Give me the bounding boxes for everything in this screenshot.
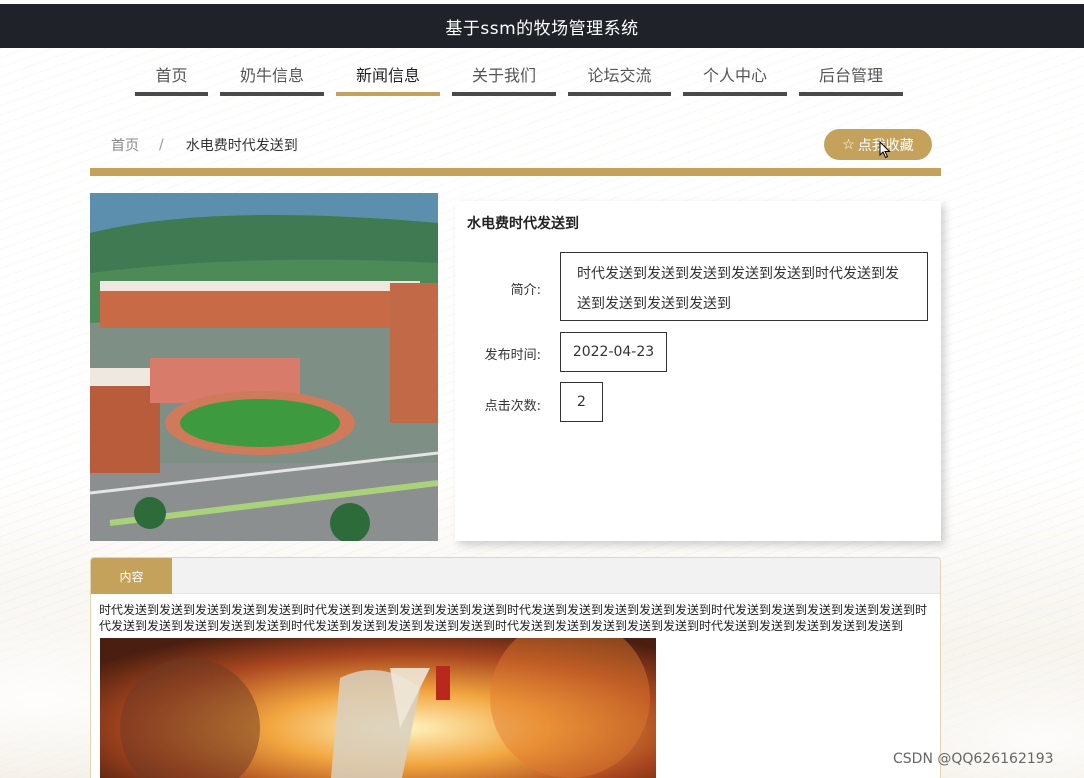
nav-underline bbox=[135, 92, 208, 96]
nav-item-news[interactable]: 新闻信息 bbox=[336, 52, 440, 96]
intro-value: 时代发送到发送到发送到发送到发送到时代发送到发送到发送到发送到发送到 bbox=[560, 252, 928, 321]
nav-item-home[interactable]: 首页 bbox=[135, 52, 208, 96]
nav-underline bbox=[336, 92, 440, 96]
news-cover-image bbox=[90, 193, 438, 541]
tab-content[interactable]: 内容 bbox=[91, 558, 172, 594]
content-panel: 内容 时代发送到发送到发送到发送到发送到时代发送到发送到发送到发送到发送到时代发… bbox=[90, 557, 941, 778]
nav-item-label: 关于我们 bbox=[471, 66, 536, 85]
mouse-cursor-icon bbox=[879, 141, 891, 159]
favorite-button[interactable]: ☆ 点我收藏 bbox=[824, 129, 932, 160]
nav-item-label: 新闻信息 bbox=[355, 66, 420, 85]
click-count-value: 2 bbox=[560, 382, 603, 422]
breadcrumb: 首页 / 水电费时代发送到 bbox=[111, 135, 298, 155]
breadcrumb-separator: / bbox=[159, 137, 164, 153]
news-title: 水电费时代发送到 bbox=[467, 216, 579, 232]
top-header-bar: 基于ssm的牧场管理系统 bbox=[0, 0, 1084, 48]
intro-label: 简介: bbox=[510, 283, 541, 298]
nav-item-label: 论坛交流 bbox=[587, 66, 652, 85]
content-image bbox=[100, 638, 656, 778]
breadcrumb-home-link[interactable]: 首页 bbox=[111, 135, 139, 155]
content-body-text: 时代发送到发送到发送到发送到发送到时代发送到发送到发送到发送到发送到时代发送到发… bbox=[99, 603, 928, 633]
nav-underline bbox=[220, 92, 324, 96]
nav-item-label: 后台管理 bbox=[818, 66, 883, 85]
nav-item-label: 首页 bbox=[155, 66, 188, 85]
publish-date-label: 发布时间: bbox=[484, 348, 541, 363]
news-detail-card: 水电费时代发送到 简介: 时代发送到发送到发送到发送到发送到时代发送到发送到发送… bbox=[455, 201, 941, 541]
nav-item-about[interactable]: 关于我们 bbox=[452, 52, 556, 96]
click-count-label: 点击次数: bbox=[484, 399, 541, 414]
publish-date-value: 2022-04-23 bbox=[560, 332, 667, 372]
nav-item-cow-info[interactable]: 奶牛信息 bbox=[220, 52, 324, 96]
nav-underline bbox=[683, 92, 787, 96]
gold-divider bbox=[90, 168, 941, 176]
nav-item-profile[interactable]: 个人中心 bbox=[683, 52, 787, 96]
nav-underline bbox=[799, 92, 903, 96]
nav-item-admin[interactable]: 后台管理 bbox=[799, 52, 903, 96]
nav-item-label: 个人中心 bbox=[702, 66, 767, 85]
main-nav: 首页 奶牛信息 新闻信息 关于我们 论坛交流 个人中心 后台管理 bbox=[135, 52, 915, 98]
nav-item-forum[interactable]: 论坛交流 bbox=[568, 52, 671, 96]
star-outline-icon: ☆ bbox=[842, 136, 855, 152]
content-tab-bar: 内容 bbox=[91, 558, 940, 594]
nav-underline bbox=[568, 92, 671, 96]
nav-item-label: 奶牛信息 bbox=[239, 66, 304, 85]
breadcrumb-current: 水电费时代发送到 bbox=[185, 138, 298, 154]
nav-underline bbox=[452, 92, 556, 96]
csdn-watermark: CSDN @QQ626162193 bbox=[893, 751, 1054, 767]
site-title: 基于ssm的牧场管理系统 bbox=[445, 18, 639, 39]
